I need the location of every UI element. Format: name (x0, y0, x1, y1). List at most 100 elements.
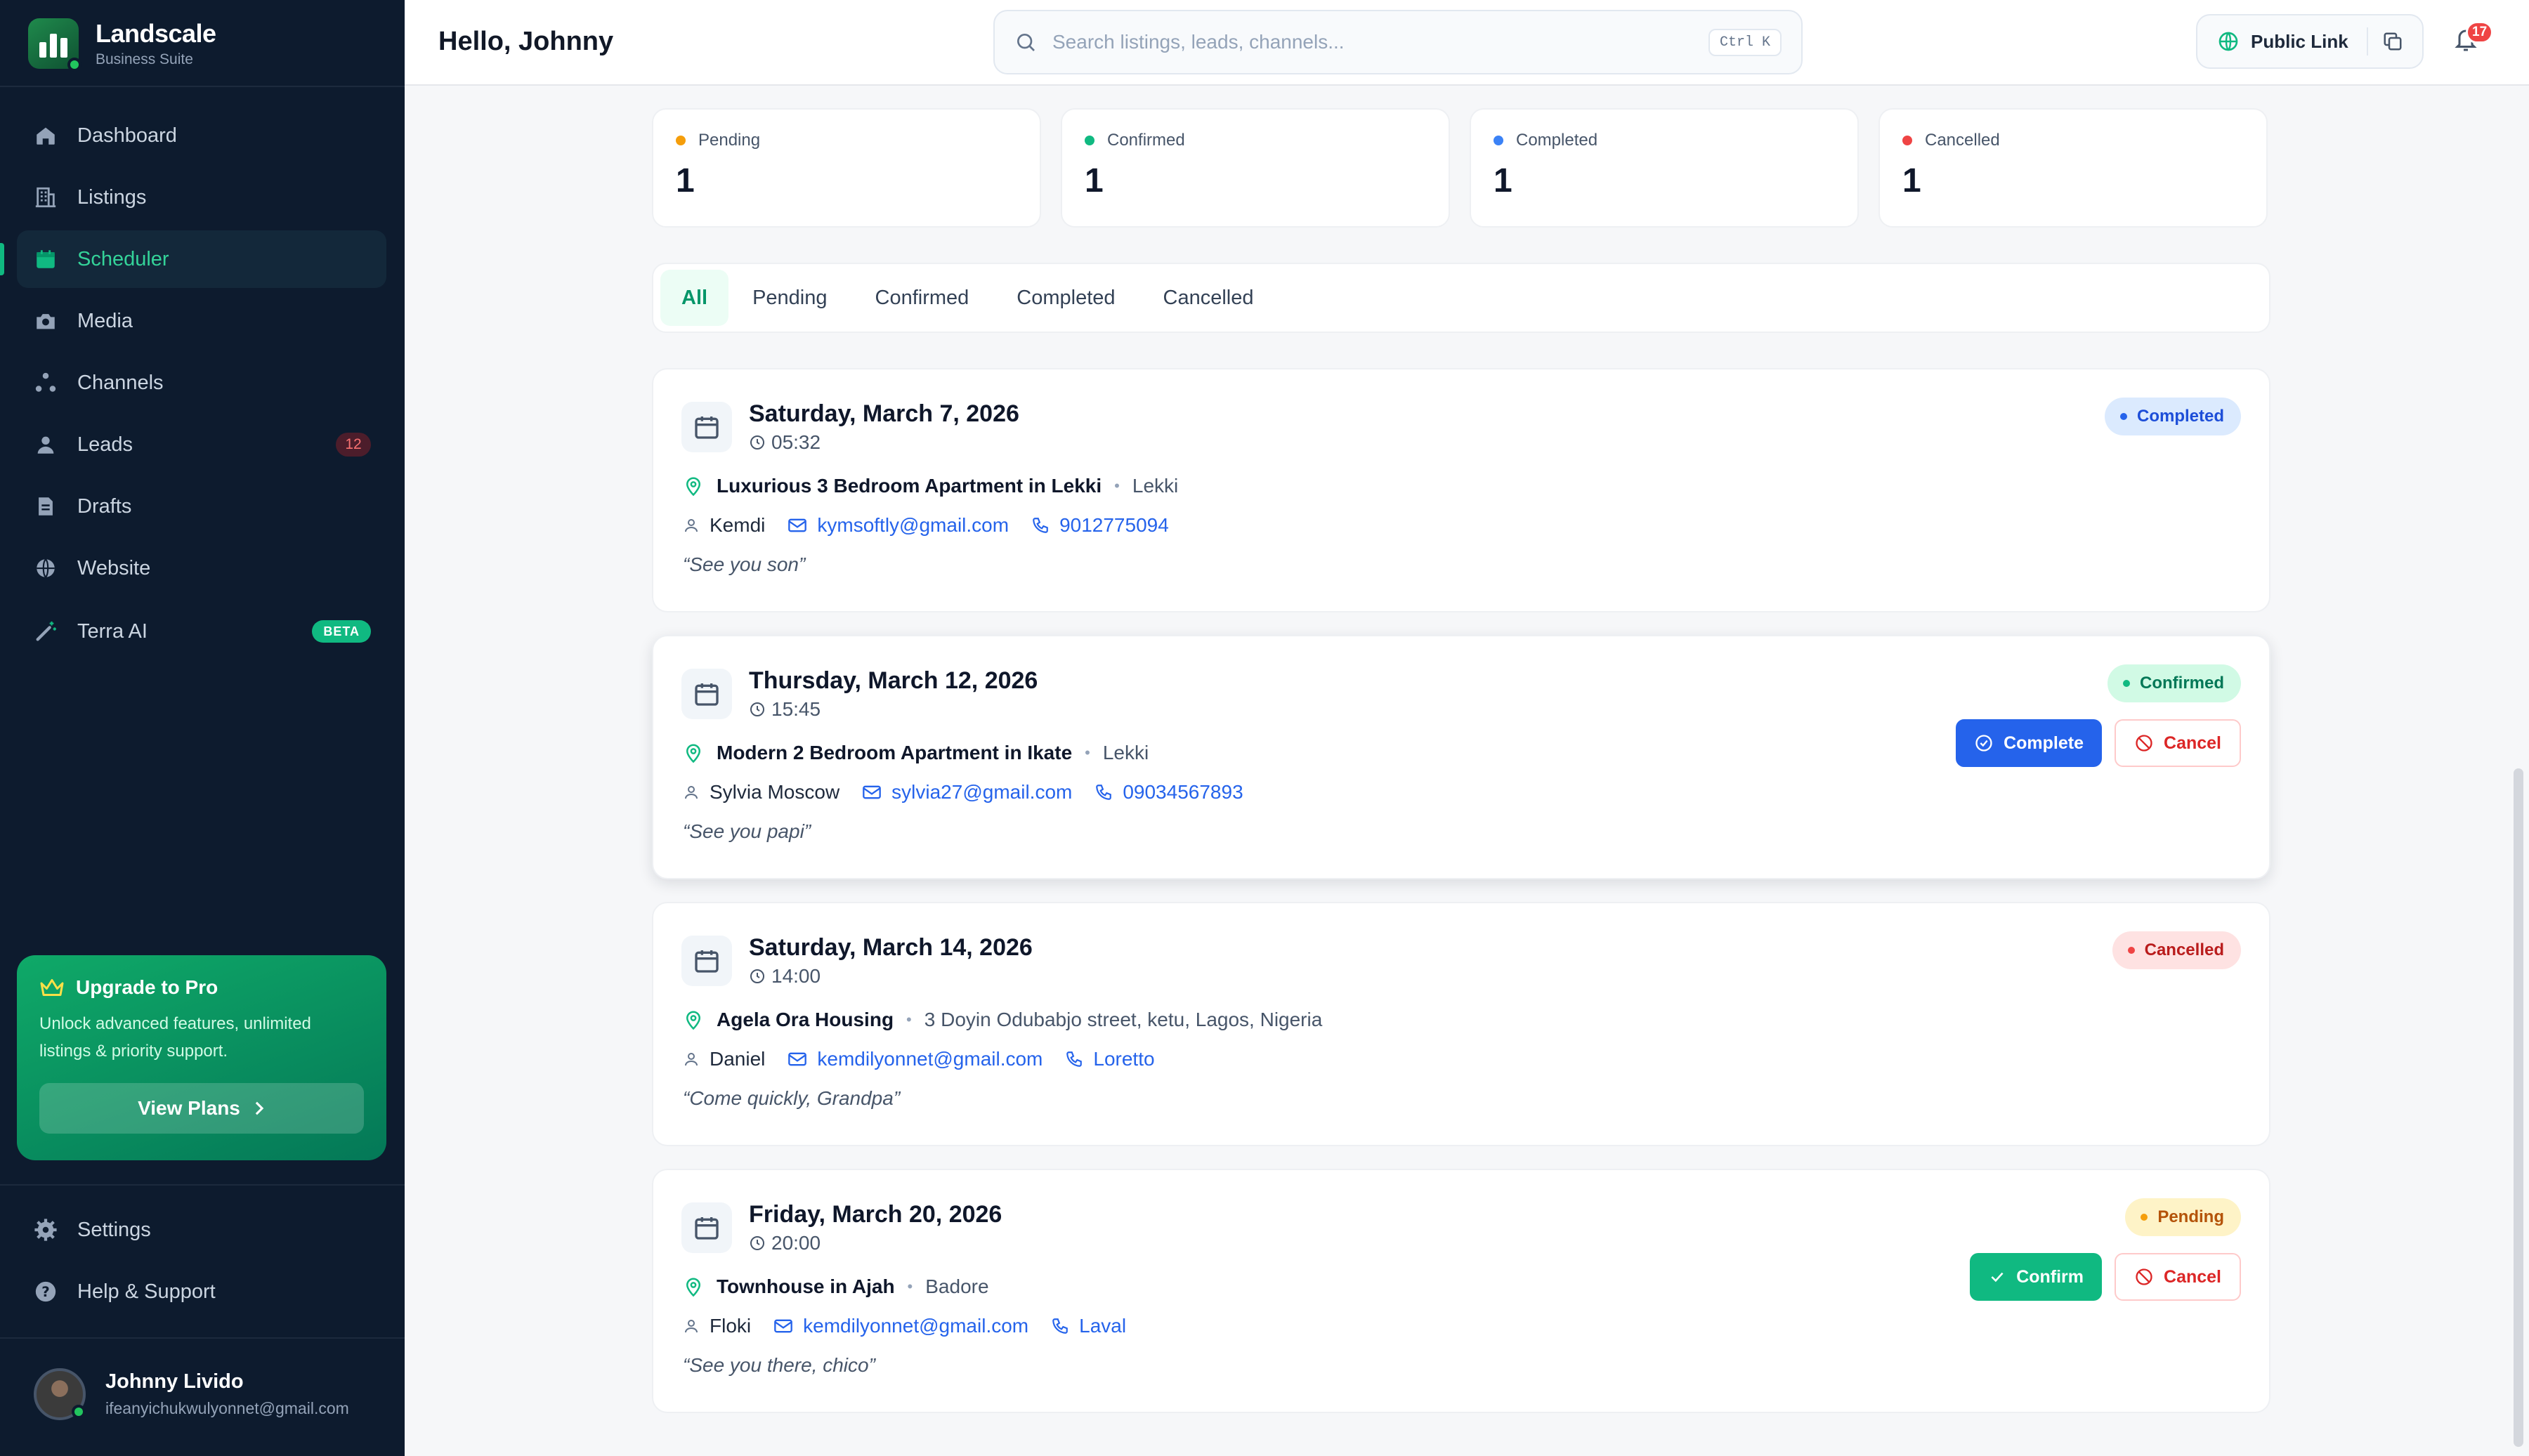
calendar-icon (34, 247, 58, 271)
home-icon (34, 124, 58, 147)
map-pin-icon (683, 475, 704, 497)
complete-button-label: Complete (2004, 733, 2084, 753)
sidebar-item-label: Drafts (77, 494, 132, 518)
sidebar-item-scheduler[interactable]: Scheduler (0, 230, 386, 288)
share-icon (34, 371, 58, 395)
sidebar-item-website[interactable]: Website (17, 539, 386, 597)
globe-icon (2217, 30, 2240, 53)
listing-area: Badore (925, 1275, 989, 1297)
tab-confirmed[interactable]: Confirmed (851, 270, 993, 326)
status-badge-label: Completed (2136, 407, 2224, 426)
sidebar-item-drafts[interactable]: Drafts (17, 478, 386, 535)
search-icon (1014, 31, 1037, 53)
search-input[interactable] (1052, 31, 1708, 53)
public-link-label: Public Link (2251, 30, 2348, 52)
public-link-button[interactable]: Public Link (2196, 14, 2424, 69)
lead-phone-link[interactable]: Loretto (1093, 1048, 1154, 1070)
tab-cancelled[interactable]: Cancelled (1139, 270, 1278, 326)
top-header: Hello, Johnny Ctrl K Public Link 17 (405, 0, 2529, 86)
appointment-time: 20:00 (771, 1232, 821, 1254)
lead-phone-link[interactable]: 09034567893 (1123, 781, 1243, 804)
listing-title[interactable]: Agela Ora Housing (717, 1009, 894, 1031)
lead-email-link[interactable]: kemdilyonnet@gmail.com (803, 1315, 1028, 1337)
notification-count-badge: 17 (2466, 21, 2494, 44)
globe-icon (34, 556, 58, 580)
page-greeting: Hello, Johnny (438, 27, 614, 56)
sidebar-item-terra-ai[interactable]: Terra AI BETA (17, 603, 386, 660)
status-badge-label: Cancelled (2144, 940, 2224, 959)
upgrade-card: Upgrade to Pro Unlock advanced features,… (17, 955, 386, 1160)
avatar (34, 1368, 86, 1420)
phone-icon (1065, 1050, 1083, 1068)
tab-all[interactable]: All (660, 270, 729, 326)
sidebar-item-media[interactable]: Media (17, 292, 386, 350)
user-profile[interactable]: Johnny Livido ifeanyichukwulyonnet@gmail… (34, 1368, 349, 1420)
notifications-button[interactable]: 17 (2453, 21, 2494, 57)
search-bar[interactable]: Ctrl K (993, 10, 1803, 74)
tab-pending[interactable]: Pending (728, 270, 851, 326)
sidebar-item-label: Dashboard (77, 124, 177, 147)
lead-phone-link[interactable]: 9012775094 (1059, 514, 1169, 537)
file-icon (34, 494, 58, 518)
appointment-time: 15:45 (771, 698, 821, 720)
brand-subtitle: Business Suite (96, 51, 193, 67)
confirm-button[interactable]: Confirm (1970, 1253, 2103, 1301)
ban-icon (2134, 733, 2154, 753)
beta-badge: BETA (312, 620, 371, 643)
status-filter-tabs: All Pending Confirmed Completed Cancelle… (652, 263, 2270, 333)
scrollbar-thumb[interactable] (2514, 768, 2523, 1447)
stat-value: 1 (676, 162, 695, 199)
status-badge-label: Confirmed (2140, 674, 2224, 693)
status-badge: Pending (2125, 1198, 2241, 1236)
stat-card-pending: Pending 1 (652, 108, 1041, 228)
stat-label: Completed (1516, 131, 1598, 150)
appointment-date: Friday, March 20, 2026 (749, 1201, 1002, 1228)
appointment-card: Saturday, March 7, 2026 05:32 Luxurious … (652, 368, 2270, 612)
gear-icon (34, 1218, 58, 1242)
copy-icon[interactable] (2382, 31, 2403, 52)
sidebar-item-listings[interactable]: Listings (17, 169, 386, 226)
cancel-button[interactable]: Cancel (2115, 719, 2241, 767)
listing-title[interactable]: Townhouse in Ajah (717, 1275, 895, 1298)
lead-name: Kemdi (710, 514, 766, 536)
listing-title[interactable]: Luxurious 3 Bedroom Apartment in Lekki (717, 475, 1102, 497)
complete-button[interactable]: Complete (1956, 719, 2103, 767)
crown-icon (39, 977, 65, 998)
lead-email-link[interactable]: sylvia27@gmail.com (891, 781, 1072, 804)
sidebar-item-channels[interactable]: Channels (17, 354, 386, 412)
sidebar-divider (0, 1184, 405, 1186)
sidebar-item-label: Media (77, 309, 133, 332)
view-plans-button[interactable]: View Plans (39, 1083, 364, 1134)
svg-text:?: ? (41, 1284, 50, 1300)
brand[interactable]: Landscale Business Suite (28, 18, 216, 72)
map-pin-icon (683, 1275, 704, 1298)
stat-label: Pending (698, 131, 761, 150)
sidebar-item-label: Leads (77, 433, 133, 456)
listing-title[interactable]: Modern 2 Bedroom Apartment in Ikate (717, 742, 1072, 764)
lead-name: Daniel (710, 1048, 766, 1070)
appointment-note: “See you papi” (683, 820, 811, 842)
sidebar-item-dashboard[interactable]: Dashboard (17, 107, 386, 164)
user-icon (683, 784, 700, 801)
tab-completed[interactable]: Completed (993, 270, 1139, 326)
sidebar-item-leads[interactable]: Leads 12 (17, 416, 386, 473)
sidebar-item-label: Channels (77, 371, 164, 394)
view-plans-label: View Plans (138, 1097, 240, 1119)
user-icon (683, 1318, 700, 1334)
users-icon (34, 433, 58, 457)
calendar-icon (681, 669, 732, 719)
lead-email-link[interactable]: kemdilyonnet@gmail.com (817, 1048, 1043, 1070)
online-status-dot (72, 1405, 86, 1419)
appointment-date: Saturday, March 14, 2026 (749, 934, 1033, 961)
status-dot (1085, 136, 1094, 145)
lead-email-link[interactable]: kymsoftly@gmail.com (817, 514, 1009, 537)
lead-phone-link[interactable]: Laval (1079, 1315, 1126, 1337)
status-badge: Cancelled (2112, 931, 2241, 969)
user-icon (683, 1051, 700, 1068)
upgrade-description: Unlock advanced features, unlimited list… (39, 1014, 311, 1061)
sidebar-item-help[interactable]: ? Help & Support (17, 1263, 386, 1320)
sidebar-item-settings[interactable]: Settings (17, 1201, 386, 1259)
sidebar-item-label: Listings (77, 185, 147, 209)
cancel-button[interactable]: Cancel (2115, 1253, 2241, 1301)
mail-icon (773, 1318, 793, 1334)
